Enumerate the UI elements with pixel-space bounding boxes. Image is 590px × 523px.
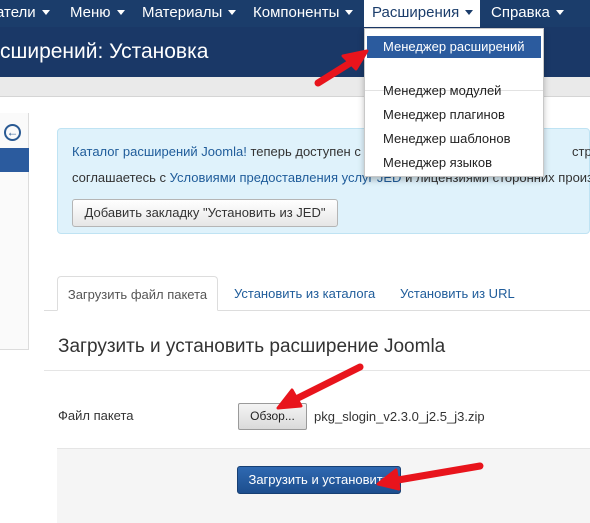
sidebar: ← [0, 113, 29, 350]
nav-help[interactable]: Справка [491, 0, 564, 27]
nav-extensions-label: Расширения [372, 4, 460, 21]
nav-components-label: Компоненты [253, 4, 340, 21]
section-title: Загрузить и установить расширение Joomla [58, 336, 446, 357]
tab-install-from-catalog[interactable]: Установить из каталога [234, 276, 375, 311]
alert-text-2: соглашаетесь с [72, 170, 170, 185]
package-file-label: Файл пакета [58, 408, 134, 423]
selected-file-name: pkg_slogin_v2.3.0_j2.5_j3.zip [314, 409, 485, 424]
chevron-down-icon [41, 10, 50, 15]
tab-upload-package[interactable]: Загрузить файл пакета [57, 276, 218, 311]
chevron-down-icon [465, 10, 474, 15]
menu-item-plugin-manager[interactable]: Менеджер плагинов [383, 107, 505, 122]
chevron-down-icon [555, 10, 564, 15]
arrow-to-browse-button [276, 363, 364, 410]
chevron-down-icon [228, 10, 237, 15]
arrow-left-circle-icon[interactable]: ← [4, 124, 21, 141]
nav-users-label: атели [0, 4, 36, 21]
nav-users[interactable]: атели [0, 0, 50, 27]
alert-text-1-tail: стран [572, 144, 590, 159]
menu-item-extension-manager[interactable]: Менеджер расширений [367, 36, 541, 58]
section-divider [44, 370, 590, 371]
extensions-dropdown: Менеджер расширений Менеджер модулей Мен… [364, 28, 544, 177]
chevron-down-icon [345, 10, 354, 15]
nav-help-label: Справка [491, 4, 550, 21]
nav-menu[interactable]: Меню [70, 0, 125, 27]
screen: атели Меню Материалы Компоненты Расширен… [0, 0, 590, 523]
upload-install-button[interactable]: Загрузить и установить [237, 466, 401, 494]
alert-line-1: Каталог расширений Joomla! теперь доступ… [72, 144, 590, 159]
top-navbar: атели Меню Материалы Компоненты Расширен… [0, 0, 590, 27]
jed-catalog-link[interactable]: Каталог расширений Joomla! [72, 144, 247, 159]
nav-extensions[interactable]: Расширения [364, 0, 480, 27]
menu-item-module-manager[interactable]: Менеджер модулей [383, 83, 501, 98]
nav-content[interactable]: Материалы [142, 0, 237, 27]
nav-content-label: Материалы [142, 4, 223, 21]
page-title: сширений: Установка [0, 40, 209, 63]
sidebar-item-active[interactable] [0, 148, 29, 172]
tab-install-from-url[interactable]: Установить из URL [400, 276, 515, 311]
menu-item-language-manager[interactable]: Менеджер языков [383, 155, 492, 170]
add-jed-tab-button[interactable]: Добавить закладку "Установить из JED" [72, 199, 338, 227]
nav-menu-label: Меню [70, 4, 111, 21]
chevron-down-icon [116, 10, 125, 15]
alert-text-1: теперь доступен с [246, 144, 361, 159]
menu-item-template-manager[interactable]: Менеджер шаблонов [383, 131, 510, 146]
nav-components[interactable]: Компоненты [253, 0, 354, 27]
browse-button[interactable]: Обзор... [238, 403, 307, 430]
